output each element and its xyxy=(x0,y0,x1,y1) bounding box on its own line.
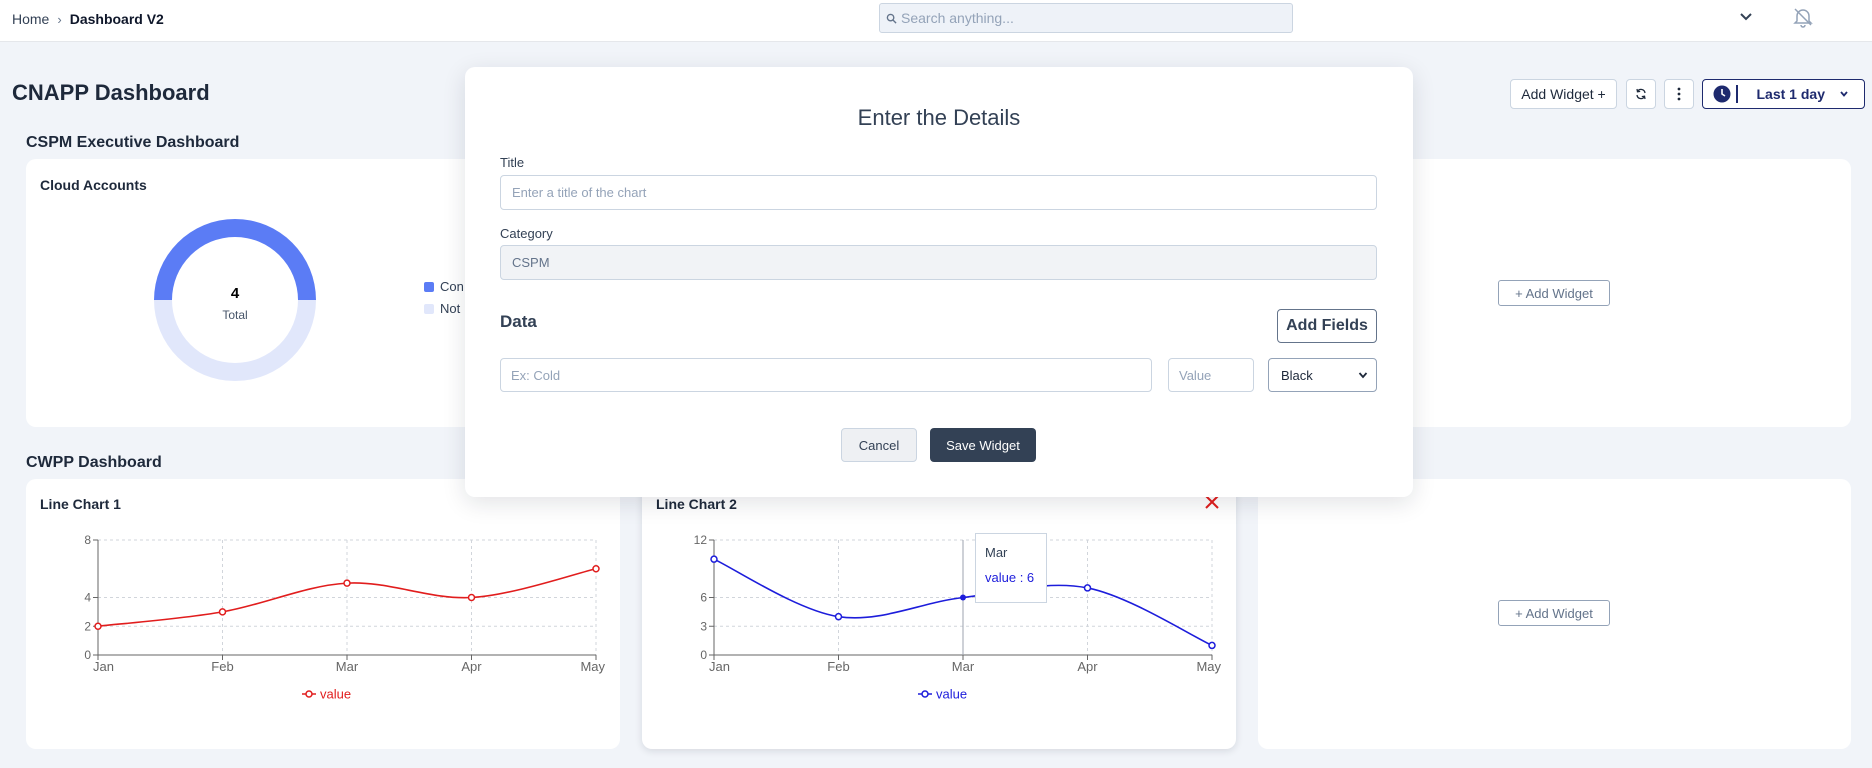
data-point xyxy=(218,608,227,616)
data-point xyxy=(710,555,718,563)
add-fields-button[interactable]: Add Fields xyxy=(1277,309,1377,343)
range-divider xyxy=(1736,85,1738,103)
data-label-input[interactable]: Ex: Cold xyxy=(500,358,1152,392)
add-widget-button[interactable]: Add Widget + xyxy=(1510,79,1617,109)
data-point xyxy=(1083,584,1092,592)
data-point xyxy=(467,593,476,602)
legend-marker xyxy=(305,690,313,698)
color-select[interactable]: Black xyxy=(1268,358,1377,392)
data-point xyxy=(834,612,843,621)
data-point xyxy=(592,565,600,573)
x-tick-label: Apr xyxy=(1077,659,1098,674)
donut-total-label: Total xyxy=(222,308,248,322)
section-title-cspm: CSPM Executive Dashboard xyxy=(26,134,240,151)
title-placeholder: Enter a title of the chart xyxy=(512,185,647,200)
line-chart-2: 0 3 6 12 Jan Feb Mar Apr May value xyxy=(694,533,1222,702)
legend-label: value xyxy=(936,687,967,702)
line-chart-2-card: Line Chart 2 0 3 6 12 Jan Feb Mar Apr May value xyxy=(642,479,1236,749)
category-value: CSPM xyxy=(512,255,550,270)
add-widget-button[interactable]: + Add Widget xyxy=(1498,600,1610,626)
x-tick-label: Feb xyxy=(211,659,233,674)
cancel-button[interactable]: Cancel xyxy=(841,428,917,462)
refresh-icon xyxy=(1636,88,1646,100)
add-widget-label: Add Widget + xyxy=(1521,86,1606,102)
section-title-cwpp: CWPP Dashboard xyxy=(26,454,162,471)
category-label: Category xyxy=(500,226,553,241)
add-widget-button[interactable]: + Add Widget xyxy=(1498,280,1610,306)
legend-marker xyxy=(921,690,929,698)
chevron-down-icon xyxy=(1358,372,1368,379)
line-chart-1: 0 2 4 8 Jan Feb Mar Apr May value xyxy=(84,533,605,702)
card-title: Cloud Accounts xyxy=(40,177,147,193)
x-tick-label: Mar xyxy=(336,659,359,674)
data-value-input[interactable]: Value xyxy=(1168,358,1254,392)
y-tick-label: 6 xyxy=(700,591,707,605)
y-tick-label: 3 xyxy=(700,619,707,633)
bell-off-icon[interactable] xyxy=(1792,6,1814,28)
title-input[interactable]: Enter a title of the chart xyxy=(500,175,1377,210)
x-tick-label: Jan xyxy=(709,659,730,674)
more-options-button[interactable] xyxy=(1664,79,1694,109)
line-chart-1-card: Line Chart 1 0 2 4 8 Jan Feb Mar Apr May value xyxy=(26,479,620,749)
y-tick-label: 8 xyxy=(84,533,91,547)
x-tick-label: Mar xyxy=(952,659,975,674)
tooltip-value: value : 6 xyxy=(985,570,1035,585)
legend-label: Not xyxy=(440,301,461,316)
x-tick-label: Apr xyxy=(461,659,482,674)
clock-icon xyxy=(1713,85,1731,103)
chevron-right-icon: › xyxy=(57,11,62,27)
range-label: Last 1 day xyxy=(1756,86,1825,102)
donut-total-value: 4 xyxy=(230,285,240,302)
data-point xyxy=(1208,641,1216,650)
title-label: Title xyxy=(500,155,525,170)
legend-swatch xyxy=(424,281,434,292)
chart-tooltip: Mar value : 6 xyxy=(975,533,1047,603)
save-widget-button[interactable]: Save Widget xyxy=(930,428,1036,462)
breadcrumb-home[interactable]: Home xyxy=(12,11,49,27)
legend-label: Con xyxy=(440,279,464,294)
x-tick-label: May xyxy=(580,659,605,674)
widget-details-modal: Enter the Details Title Enter a title of… xyxy=(465,67,1413,497)
data-point-active xyxy=(960,594,966,601)
chevron-down-icon xyxy=(1840,91,1848,97)
tooltip-category: Mar xyxy=(985,545,1008,560)
y-tick-label: 0 xyxy=(700,648,707,662)
refresh-button[interactable] xyxy=(1626,79,1656,109)
y-tick-label: 2 xyxy=(84,619,91,633)
modal-heading: Enter the Details xyxy=(857,105,1021,130)
data-label-placeholder: Ex: Cold xyxy=(511,367,561,383)
x-tick-label: May xyxy=(1196,659,1221,674)
legend-swatch xyxy=(424,303,434,314)
more-vertical-icon xyxy=(1677,87,1681,101)
legend-label: value xyxy=(320,687,351,702)
breadcrumb-current: Dashboard V2 xyxy=(69,11,164,27)
y-tick-label: 12 xyxy=(694,533,708,547)
data-value-placeholder: Value xyxy=(1179,367,1212,383)
y-tick-label: 0 xyxy=(84,648,91,662)
search-placeholder: Search anything... xyxy=(901,10,1014,26)
data-point xyxy=(94,622,102,630)
color-select-value: Black xyxy=(1281,367,1313,383)
search-icon xyxy=(886,13,897,24)
data-heading: Data xyxy=(500,312,537,331)
time-range-select[interactable]: Last 1 day xyxy=(1702,79,1865,109)
chevron-down-icon[interactable] xyxy=(1738,8,1754,24)
x-tick-label: Jan xyxy=(93,659,114,674)
top-bar: Home › Dashboard V2 Search anything... xyxy=(0,0,1872,42)
legend-item: Con xyxy=(424,279,464,294)
breadcrumb: Home › Dashboard V2 xyxy=(12,11,164,27)
category-input: CSPM xyxy=(500,245,1377,280)
search-input[interactable]: Search anything... xyxy=(879,3,1293,33)
data-point xyxy=(343,579,351,587)
x-tick-label: Feb xyxy=(827,659,849,674)
page-title: CNAPP Dashboard xyxy=(12,80,210,105)
legend-item: Not xyxy=(424,301,460,316)
empty-widget-card: + Add Widget xyxy=(1258,479,1851,749)
y-tick-label: 4 xyxy=(84,591,91,605)
